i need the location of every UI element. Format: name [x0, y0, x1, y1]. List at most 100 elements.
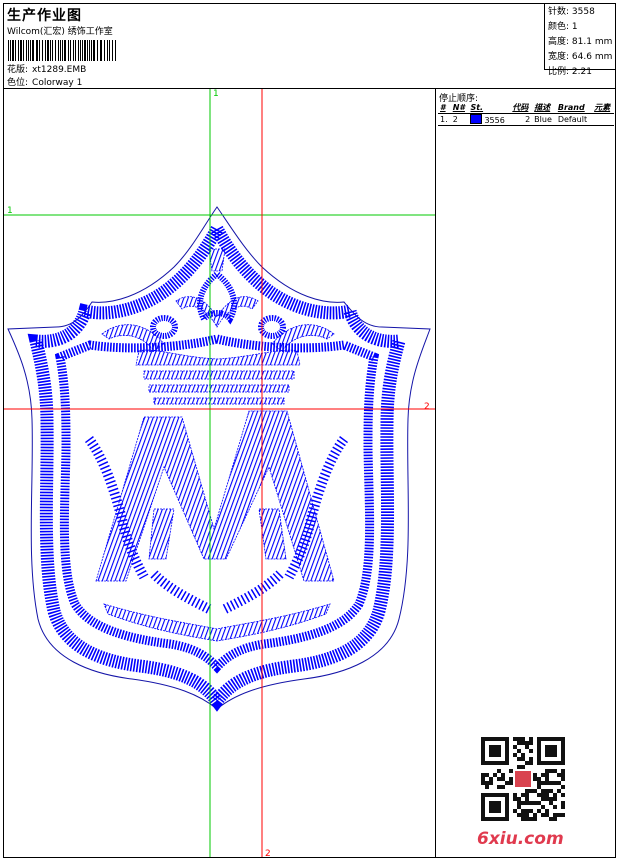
- qr-module: [513, 797, 517, 801]
- qr-module: [561, 805, 565, 809]
- barcode-bar: [68, 40, 69, 61]
- width-value: 64.6 mm: [571, 52, 613, 62]
- qr-module: [553, 781, 557, 785]
- barcode-bar: [50, 40, 51, 61]
- col-header-description: 描述: [534, 103, 551, 112]
- qr-module: [537, 777, 541, 781]
- qr-module: [517, 741, 521, 745]
- qr-module: [509, 781, 513, 785]
- qr-module: [517, 797, 521, 801]
- design-canvas[interactable]: 1 1 2 2: [4, 89, 436, 857]
- barcode-bar: [58, 40, 59, 61]
- cell-element: [592, 113, 614, 126]
- stitches-label: 针数:: [548, 7, 570, 17]
- cell-needle: 2: [450, 113, 469, 126]
- qr-module: [553, 817, 557, 821]
- qr-module: [557, 773, 561, 777]
- scale-stat: 比例: 2.21: [548, 65, 613, 80]
- qr-module: [553, 797, 557, 801]
- qr-module: [549, 781, 553, 785]
- qr-module: [501, 785, 505, 789]
- barcode-bar: [73, 40, 74, 61]
- barcode-bar: [70, 40, 71, 61]
- qr-module: [525, 809, 529, 813]
- qr-module: [513, 737, 517, 741]
- barcode-bar: [89, 40, 90, 61]
- barcode-bar: [109, 40, 110, 61]
- qr-module: [545, 813, 549, 817]
- qr-module: [561, 813, 565, 817]
- qr-module: [521, 793, 525, 797]
- qr-code-icon: [481, 737, 565, 821]
- qr-module: [529, 737, 533, 741]
- qr-module: [541, 793, 545, 797]
- qr-module: [489, 781, 493, 785]
- qr-module: [541, 773, 545, 777]
- barcode-bar: [18, 40, 19, 61]
- barcode-bar: [32, 40, 34, 61]
- qr-module: [521, 737, 525, 741]
- scale-value: 2.21: [571, 67, 592, 77]
- qr-module: [501, 773, 505, 777]
- colorway-value: Colorway 1: [32, 78, 83, 88]
- qr-module: [489, 801, 501, 813]
- qr-module: [525, 817, 529, 821]
- qr-module: [549, 801, 553, 805]
- col-header-index: #: [440, 103, 446, 112]
- barcode-bar: [80, 40, 81, 61]
- qr-module: [537, 793, 541, 797]
- qr-module: [521, 765, 525, 769]
- qr-module: [533, 817, 537, 821]
- barcode-bar: [97, 40, 98, 61]
- qr-module: [553, 813, 557, 817]
- qr-module: [533, 773, 537, 777]
- qr-module: [513, 753, 517, 757]
- qr-module: [517, 749, 521, 753]
- colors-stat: 颜色: 1: [548, 20, 613, 35]
- qr-module: [549, 797, 553, 801]
- qr-module: [561, 793, 565, 797]
- design-stats: 针数: 3558 颜色: 1 高度: 81.1 mm 宽度: 64.6 mm 比…: [544, 4, 616, 77]
- barcode-bar: [84, 40, 86, 61]
- cell-description: Blue: [532, 113, 556, 126]
- qr-module: [513, 809, 517, 813]
- qr-module: [517, 813, 521, 817]
- qr-module: [549, 789, 553, 793]
- color-swatch-icon: [470, 114, 483, 124]
- qr-module: [529, 749, 533, 753]
- site-watermark: 6xiu.com: [477, 829, 564, 849]
- qr-module: [521, 757, 525, 761]
- studio-subtitle: Wilcom(汇宏) 绣饰工作室: [7, 27, 113, 37]
- qr-module: [517, 805, 521, 809]
- qr-module: [497, 785, 501, 789]
- qr-module: [509, 769, 513, 773]
- qr-module: [549, 769, 553, 773]
- barcode-bar: [55, 40, 56, 61]
- qr-module: [561, 777, 565, 781]
- qr-module: [517, 757, 521, 761]
- header: 生产作业图 Wilcom(汇宏) 绣饰工作室 花版: xt1289.EMB 色位:…: [4, 4, 544, 88]
- barcode-bar: [12, 40, 14, 61]
- table-row[interactable]: 1. 2 3556 2 Blue Default: [438, 113, 614, 126]
- qr-module: [557, 789, 561, 793]
- barcode-bar: [104, 40, 105, 61]
- barcode-bar: [75, 40, 76, 61]
- qr-module: [489, 745, 501, 757]
- qr-module: [537, 801, 541, 805]
- qr-module: [533, 813, 537, 817]
- qr-module: [513, 745, 517, 749]
- stop-sequence-panel: 停止顺序: # N# St. 代码 描述 Brand 元素 1. 2 3556 …: [437, 89, 616, 857]
- qr-module: [501, 777, 505, 781]
- qr-module: [525, 797, 529, 801]
- qr-module: [529, 761, 533, 765]
- barcode-bar: [112, 40, 113, 61]
- barcode-bar: [26, 40, 27, 61]
- qr-module: [515, 771, 531, 787]
- qr-module: [561, 785, 565, 789]
- qr-module: [541, 805, 545, 809]
- barcode-bar: [8, 40, 9, 61]
- stop-sequence-table: # N# St. 代码 描述 Brand 元素 1. 2 3556 2 Blue…: [438, 102, 614, 126]
- table-header-row: # N# St. 代码 描述 Brand 元素: [438, 102, 614, 114]
- barcode-bar: [115, 40, 116, 61]
- qr-module: [533, 789, 537, 793]
